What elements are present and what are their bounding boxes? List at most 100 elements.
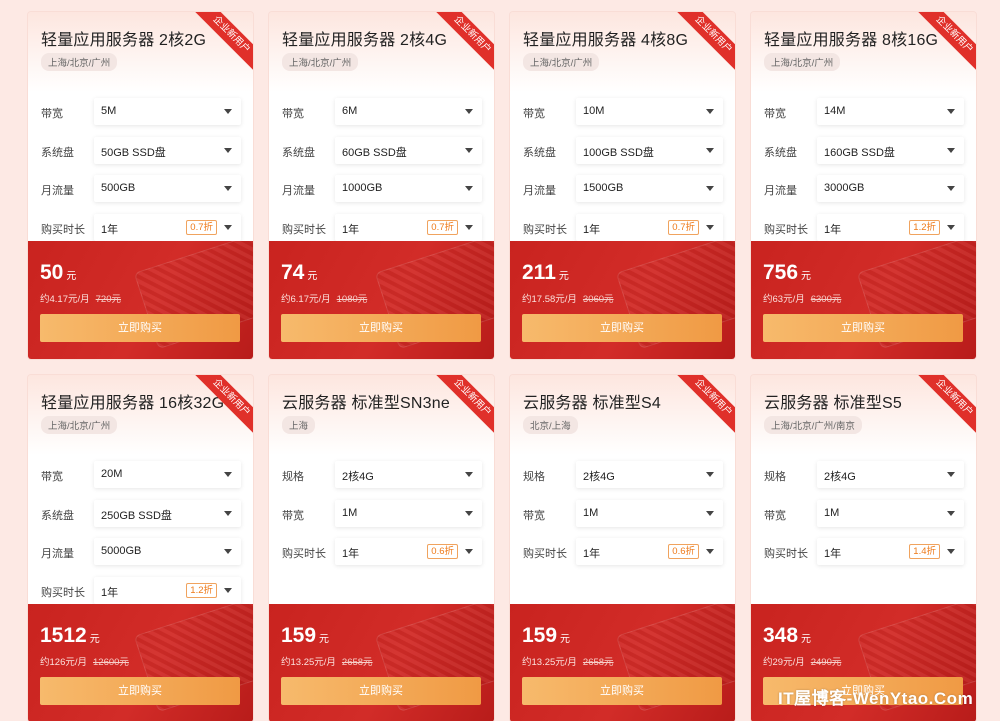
product-card: 云服务器 标准型SN3ne 上海 企业新用户 规格 2核4G 带宽 1M 购买时长 1年 0.6折…: [269, 375, 494, 721]
product-title: 轻量应用服务器 16核32G: [41, 395, 225, 412]
chevron-down-icon: [706, 549, 714, 554]
monthly-price: 约17.58元/月: [522, 294, 577, 305]
option-select[interactable]: 160GB SSD盘: [817, 137, 964, 164]
price-detail: 约13.25元/月 2658元: [281, 654, 373, 668]
price-value: 74: [281, 261, 305, 284]
option-select[interactable]: 250GB SSD盘: [94, 500, 241, 527]
price: 1512 元: [40, 624, 100, 648]
option-value: 2核4G: [583, 471, 615, 483]
product-title: 云服务器 标准型S5: [764, 395, 903, 412]
option-label: 带宽: [282, 510, 304, 522]
option-select[interactable]: 1500GB: [576, 175, 723, 202]
option-select[interactable]: 6M: [335, 98, 482, 125]
chevron-down-icon: [947, 225, 955, 230]
buy-now-button[interactable]: 立即购买: [522, 677, 722, 705]
option-select[interactable]: 2核4G: [817, 461, 964, 488]
option-value: 50GB SSD盘: [101, 147, 166, 159]
watermark: IT屋博客-WenYtao.Com: [778, 689, 974, 708]
price-unit: 元: [89, 634, 100, 645]
monthly-price: 约6.17元/月: [281, 294, 331, 305]
discount-badge: 0.7折: [427, 220, 458, 235]
chevron-down-icon: [465, 472, 473, 477]
option-select[interactable]: 1M: [335, 500, 482, 527]
product-card: 云服务器 标准型S4 北京/上海 企业新用户 规格 2核4G 带宽 1M 购买时长 1年 0.6折…: [510, 375, 735, 721]
buy-now-button[interactable]: 立即购买: [281, 314, 481, 342]
region-tag: 上海/北京/广州: [764, 53, 841, 71]
price-detail: 约13.25元/月 2658元: [522, 654, 614, 668]
option-select[interactable]: 5000GB: [94, 538, 241, 565]
option-select[interactable]: 1年 0.6折: [576, 538, 723, 565]
discount-badge: 1.4折: [909, 544, 940, 559]
monthly-price: 约4.17元/月: [40, 294, 90, 305]
option-select[interactable]: 1年 0.7折: [576, 214, 723, 241]
original-price: 12600元: [93, 657, 129, 668]
price: 211 元: [522, 261, 569, 285]
option-select[interactable]: 1年 1.2折: [817, 214, 964, 241]
original-price: 2490元: [810, 657, 842, 668]
chevron-down-icon: [465, 511, 473, 516]
price-detail: 约63元/月 6300元: [763, 291, 841, 305]
chevron-down-icon: [224, 549, 232, 554]
option-select[interactable]: 100GB SSD盘: [576, 137, 723, 164]
buy-now-button[interactable]: 立即购买: [40, 314, 240, 342]
option-select[interactable]: 5M: [94, 98, 241, 125]
option-select[interactable]: 1M: [817, 500, 964, 527]
buy-now-button[interactable]: 立即购买: [763, 314, 963, 342]
option-select[interactable]: 2核4G: [576, 461, 723, 488]
option-value: 1500GB: [583, 182, 624, 194]
option-label: 月流量: [282, 185, 315, 197]
option-label: 购买时长: [523, 548, 567, 560]
option-select[interactable]: 14M: [817, 98, 964, 125]
chevron-down-icon: [224, 148, 232, 153]
price: 74 元: [281, 261, 317, 285]
buy-now-button[interactable]: 立即购买: [281, 677, 481, 705]
original-price: 2658元: [582, 657, 614, 668]
option-value: 250GB SSD盘: [101, 510, 172, 522]
option-select[interactable]: 1M: [576, 500, 723, 527]
product-card: 轻量应用服务器 8核16G 上海/北京/广州 企业新用户 带宽 14M 系统盘 160GB …: [751, 12, 976, 359]
option-value: 100GB SSD盘: [583, 147, 654, 159]
buy-now-button[interactable]: 立即购买: [40, 677, 240, 705]
option-select[interactable]: 1年 0.7折: [94, 214, 241, 241]
region-tag: 上海/北京/广州: [523, 53, 600, 71]
option-value: 3000GB: [824, 182, 865, 194]
discount-badge: 0.7折: [186, 220, 217, 235]
option-select[interactable]: 50GB SSD盘: [94, 137, 241, 164]
option-select[interactable]: 1000GB: [335, 175, 482, 202]
option-value: 5M: [101, 105, 117, 117]
price-unit: 元: [801, 271, 812, 282]
option-value: 1年: [824, 224, 842, 236]
option-select[interactable]: 2核4G: [335, 461, 482, 488]
option-value: 5000GB: [101, 545, 142, 557]
chevron-down-icon: [706, 148, 714, 153]
price-unit: 元: [801, 634, 812, 645]
option-select[interactable]: 1年 1.2折: [94, 577, 241, 604]
option-select[interactable]: 20M: [94, 461, 241, 488]
product-title: 轻量应用服务器 2核4G: [282, 32, 448, 49]
chevron-down-icon: [706, 225, 714, 230]
price-panel: 159 元约13.25元/月 2658元立即购买: [269, 604, 494, 721]
option-select[interactable]: 1年 0.6折: [335, 538, 482, 565]
option-select[interactable]: 3000GB: [817, 175, 964, 202]
option-label: 带宽: [523, 510, 545, 522]
option-value: 2核4G: [824, 471, 856, 483]
option-value: 20M: [101, 468, 123, 480]
monthly-price: 约13.25元/月: [522, 657, 577, 668]
price-unit: 元: [558, 271, 569, 282]
region-tag: 北京/上海: [523, 416, 578, 434]
product-card: 轻量应用服务器 2核2G 上海/北京/广州 企业新用户 带宽 5M 系统盘 50GB SSD…: [28, 12, 253, 359]
option-select[interactable]: 1年 1.4折: [817, 538, 964, 565]
chevron-down-icon: [224, 225, 232, 230]
price-unit: 元: [560, 634, 571, 645]
price-unit: 元: [319, 634, 330, 645]
option-value: 1年: [101, 224, 119, 236]
price-detail: 约126元/月 12600元: [40, 654, 129, 668]
option-label: 系统盘: [41, 147, 74, 159]
option-select[interactable]: 60GB SSD盘: [335, 137, 482, 164]
option-select[interactable]: 500GB: [94, 175, 241, 202]
discount-badge: 1.2折: [186, 583, 217, 598]
price: 159 元: [281, 624, 329, 648]
option-select[interactable]: 10M: [576, 98, 723, 125]
option-select[interactable]: 1年 0.7折: [335, 214, 482, 241]
buy-now-button[interactable]: 立即购买: [522, 314, 722, 342]
